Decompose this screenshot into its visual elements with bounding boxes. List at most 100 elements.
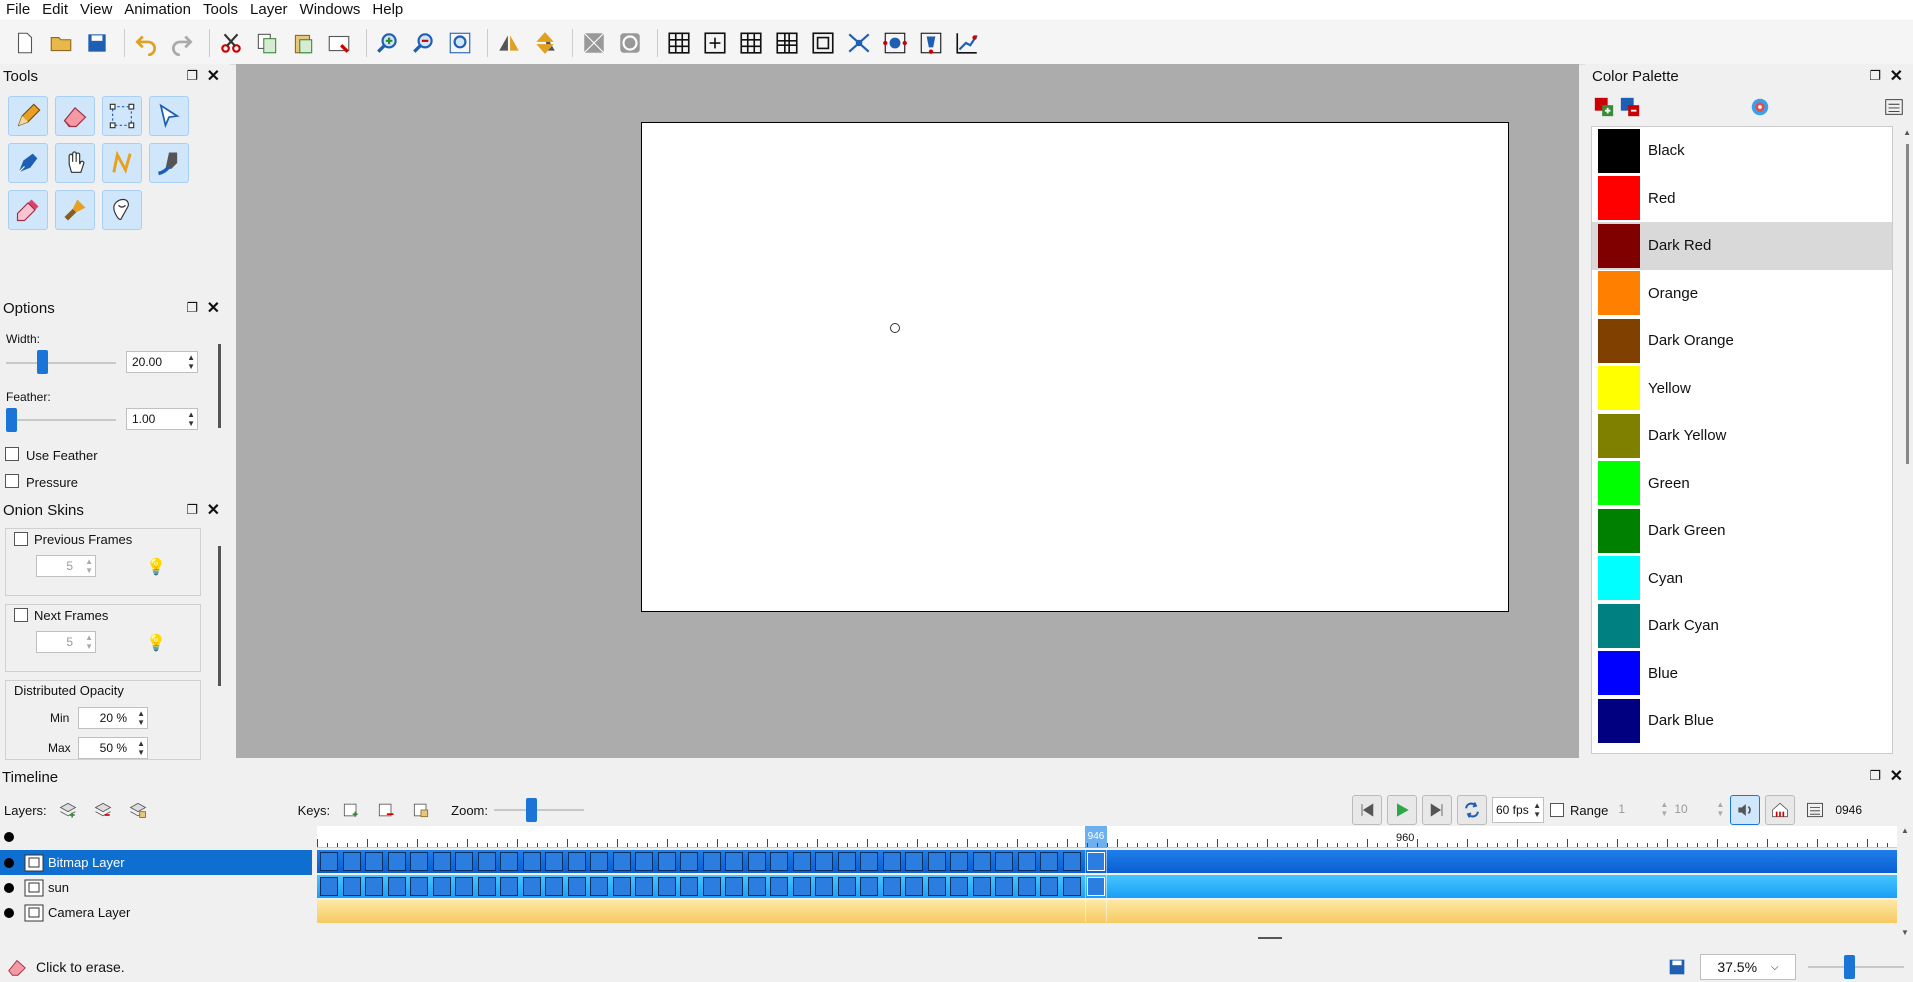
zoom-slider-thumb[interactable] (526, 798, 537, 822)
previous-frames-checkbox[interactable] (14, 532, 28, 546)
flip-horizontal-button[interactable] (494, 28, 524, 58)
lightbulb-icon[interactable]: 💡 (146, 557, 166, 577)
smudge-tool[interactable] (149, 143, 189, 183)
palette-color-row[interactable]: Dark Orange (1592, 317, 1892, 365)
visibility-icon[interactable] (4, 882, 14, 893)
spin-arrows-icon[interactable]: ▲ ▼ (1660, 800, 1668, 818)
save-button[interactable] (82, 28, 112, 58)
bitmap-layer-track[interactable] (317, 850, 1897, 873)
zoom-slider-thumb[interactable] (1844, 955, 1855, 979)
keyframe[interactable] (860, 877, 878, 896)
keyframe[interactable] (432, 877, 451, 896)
keyframe[interactable] (792, 852, 811, 871)
keyframe[interactable] (680, 852, 698, 871)
range-end-spinbox[interactable]: 10 ▲ ▼ (1670, 797, 1726, 823)
move-tool[interactable] (149, 96, 189, 136)
keyframe[interactable] (455, 877, 473, 896)
keyframe[interactable] (320, 852, 338, 871)
fps-spinbox[interactable]: 60 fps ▲ ▼ (1492, 797, 1544, 823)
perspective-2-button[interactable] (880, 28, 910, 58)
keyframe[interactable] (432, 852, 451, 871)
play-button[interactable] (1387, 795, 1417, 825)
brush-tool[interactable] (55, 190, 95, 230)
zoom-slider-track[interactable] (494, 809, 584, 811)
save-status-icon[interactable] (1666, 956, 1688, 978)
keyframe[interactable] (837, 852, 856, 871)
keyframe[interactable] (500, 877, 518, 896)
menu-layer[interactable]: Layer (244, 0, 294, 20)
perspective-3-button[interactable] (916, 28, 946, 58)
keyframe[interactable] (612, 852, 631, 871)
palette-color-row[interactable]: Dark Red (1592, 222, 1892, 270)
keyframe[interactable] (320, 877, 338, 896)
clear-frame-button[interactable] (324, 28, 354, 58)
float-panel-icon[interactable]: ❐ (186, 502, 198, 518)
sun-layer-track[interactable] (317, 875, 1897, 898)
copy-button[interactable] (252, 28, 282, 58)
keyframe[interactable] (815, 877, 833, 896)
keyframe[interactable] (590, 852, 608, 871)
keyframe[interactable] (680, 877, 698, 896)
close-panel-icon[interactable]: ✕ (207, 298, 220, 318)
menu-edit[interactable]: Edit (36, 0, 74, 20)
pressure-checkbox[interactable] (5, 474, 19, 488)
menu-file[interactable]: File (0, 0, 36, 20)
add-key-button[interactable] (336, 795, 366, 825)
keyframe[interactable] (657, 852, 676, 871)
menu-tools[interactable]: Tools (197, 0, 244, 20)
keyframe[interactable] (927, 852, 946, 871)
keyframe[interactable] (882, 852, 901, 871)
close-panel-icon[interactable]: ✕ (1890, 66, 1903, 86)
menu-animation[interactable]: Animation (118, 0, 197, 20)
max-spinbox[interactable]: 50 % ▲ ▼ (78, 737, 148, 759)
palette-color-row[interactable]: Cyan (1592, 555, 1892, 603)
remove-key-button[interactable] (371, 795, 401, 825)
keyframe[interactable] (792, 877, 811, 896)
keyframe[interactable] (927, 877, 946, 896)
menu-help[interactable]: Help (366, 0, 409, 20)
keyframe[interactable] (702, 877, 721, 896)
loop-button[interactable] (1457, 795, 1487, 825)
feather-spinbox[interactable]: 1.00 ▲ ▼ (126, 408, 198, 430)
keyframe[interactable] (905, 877, 923, 896)
pencil-tool[interactable] (8, 96, 48, 136)
delete-layer-button[interactable] (88, 795, 118, 825)
next-frames-spinbox[interactable]: 5 ▲ ▼ (36, 631, 96, 653)
width-slider-track[interactable] (6, 362, 116, 364)
canvas-area[interactable] (236, 64, 1579, 758)
add-layer-button[interactable] (53, 795, 83, 825)
onion-scrollbar[interactable] (218, 546, 221, 686)
keyframe[interactable] (455, 852, 473, 871)
menu-windows[interactable]: Windows (294, 0, 367, 20)
previous-frames-spinbox[interactable]: 5 ▲ ▼ (36, 555, 96, 577)
spin-arrows-icon[interactable]: ▲ ▼ (85, 557, 93, 575)
select-tool[interactable] (102, 96, 142, 136)
palette-menu-button[interactable] (1883, 96, 1907, 118)
spin-arrows-icon[interactable]: ▲ ▼ (137, 709, 145, 727)
eraser-tool[interactable] (55, 96, 95, 136)
jump-end-button[interactable] (1422, 795, 1452, 825)
keyframe[interactable] (590, 877, 608, 896)
palette-color-row[interactable]: Green (1592, 460, 1892, 508)
keyframe[interactable] (635, 877, 653, 896)
keyframe[interactable] (815, 852, 833, 871)
zoom-slider-track[interactable] (1808, 966, 1904, 968)
camera-path-button[interactable] (952, 28, 982, 58)
keyframe[interactable] (747, 852, 766, 871)
keyframe[interactable] (1062, 877, 1081, 896)
keyframe[interactable] (1017, 877, 1036, 896)
flip-vertical-button[interactable] (530, 28, 560, 58)
palette-color-row[interactable]: Dark Cyan (1592, 602, 1892, 650)
keyframe[interactable] (387, 852, 406, 871)
timeline-menu-button[interactable] (1800, 795, 1830, 825)
eyedropper-tool[interactable] (8, 190, 48, 230)
range-start-spinbox[interactable]: 1 ▲ ▼ (1614, 797, 1670, 823)
duplicate-key-button[interactable] (406, 795, 436, 825)
timeline-zoom-slider[interactable] (494, 798, 584, 822)
visibility-icon[interactable] (4, 907, 14, 918)
zoom-in-button[interactable] (373, 28, 403, 58)
keyframe[interactable] (950, 852, 968, 871)
width-spinbox[interactable]: 20.00 ▲ ▼ (126, 351, 198, 373)
keyframe[interactable] (342, 877, 361, 896)
keyframe[interactable] (477, 852, 496, 871)
